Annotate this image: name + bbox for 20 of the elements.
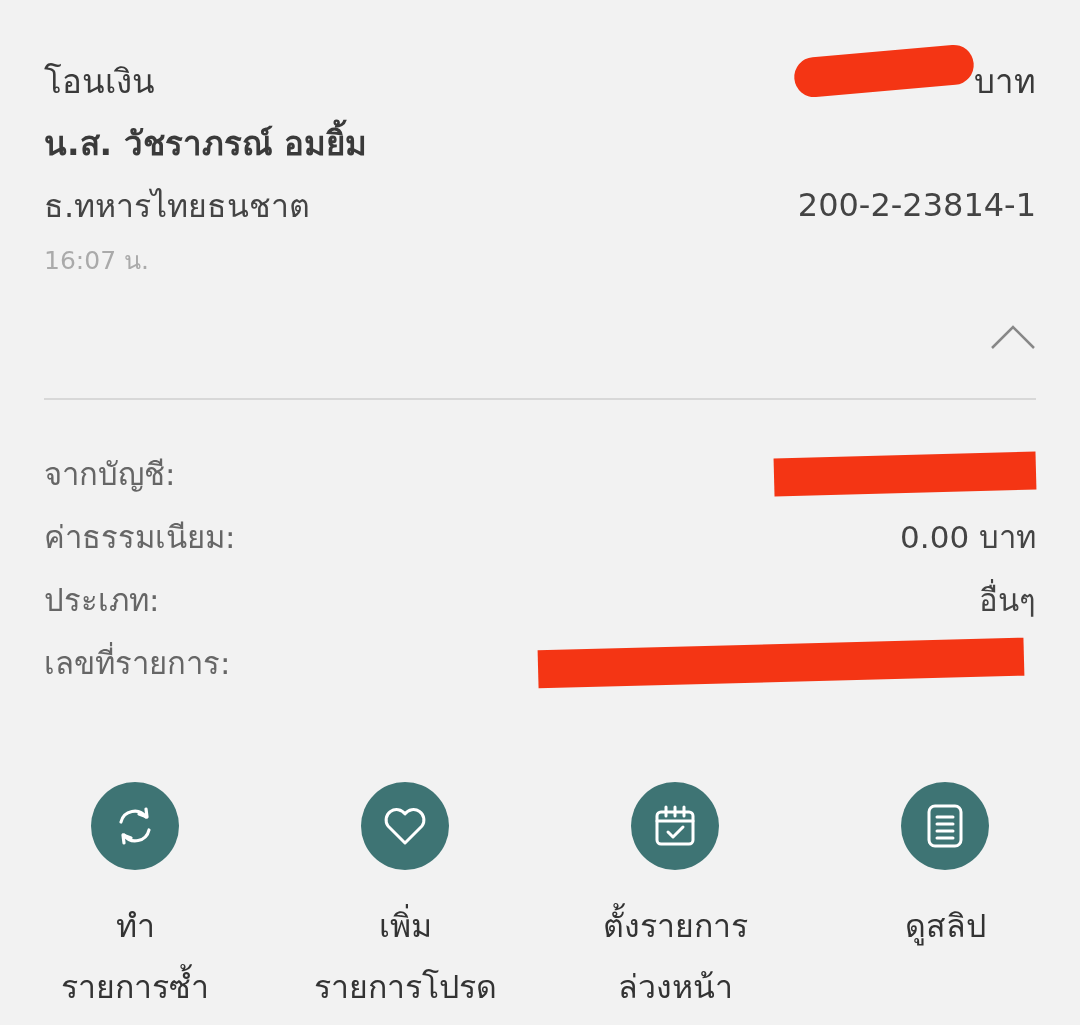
detail-label: จากบัญชี: bbox=[44, 454, 176, 494]
detail-label: ค่าธรรมเนียม: bbox=[44, 517, 236, 557]
detail-label: ประเภท: bbox=[44, 580, 160, 620]
refresh-arrows-icon[interactable] bbox=[91, 782, 179, 870]
collapse-chevron-icon[interactable] bbox=[990, 324, 1036, 350]
action-label[interactable]: ดูสลิป bbox=[904, 896, 986, 957]
account-number: 200-2-23814-1 bbox=[797, 186, 1036, 224]
detail-label: เลขที่รายการ: bbox=[44, 641, 231, 683]
detail-value: อื่นๆ bbox=[979, 578, 1036, 620]
bank-name: ธ.ทหารไทยธนชาต bbox=[44, 185, 311, 227]
action-label[interactable]: ตั้งรายการ ล่วงหน้า bbox=[602, 896, 748, 1018]
transfer-title: โอนเงิน bbox=[44, 60, 155, 103]
detail-value: 0.00 บาท bbox=[900, 517, 1036, 557]
calendar-check-icon[interactable] bbox=[631, 782, 719, 870]
amount-text: บาท bbox=[974, 60, 1036, 103]
recipient-name: น.ส. วัชราภรณ์ อมยิ้ม bbox=[44, 116, 368, 170]
document-icon[interactable] bbox=[901, 782, 989, 870]
action-label[interactable]: ทำ รายการซ้ำ bbox=[61, 896, 209, 1018]
action-label[interactable]: เพิ่ม รายการโปรด bbox=[313, 896, 497, 1018]
transfer-time: 16:07 น. bbox=[44, 245, 150, 277]
